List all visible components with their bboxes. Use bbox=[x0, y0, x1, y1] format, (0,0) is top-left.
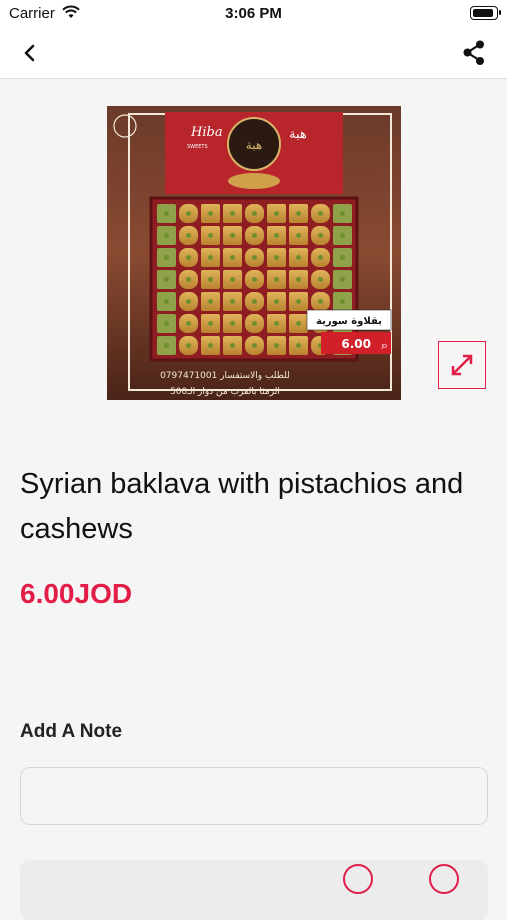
pistachio-topping bbox=[186, 255, 191, 260]
baklava-tray-illustration: هبة Hiba SWEETS هبة بقلاوة سورية 6.00 JD… bbox=[107, 106, 401, 400]
pistachio-topping bbox=[164, 343, 169, 348]
brand-arabic-mark: هبة bbox=[246, 138, 262, 152]
battery-level bbox=[473, 9, 493, 17]
pistachio-topping bbox=[186, 321, 191, 326]
pistachio-topping bbox=[208, 255, 213, 260]
pistachio-topping bbox=[296, 233, 301, 238]
pistachio-topping bbox=[230, 343, 235, 348]
pistachio-topping bbox=[318, 299, 323, 304]
pistachio-topping bbox=[296, 321, 301, 326]
quantity-card bbox=[20, 860, 488, 920]
status-bar: Carrier 3:06 PM bbox=[0, 0, 507, 28]
contact-text: للطلب والاستفسار 0797471001 bbox=[160, 371, 290, 381]
pistachio-topping bbox=[208, 343, 213, 348]
pistachio-topping bbox=[252, 277, 257, 282]
pistachio-topping bbox=[274, 255, 279, 260]
pistachio-topping bbox=[296, 299, 301, 304]
pistachio-topping bbox=[296, 277, 301, 282]
pistachio-topping bbox=[340, 211, 345, 216]
pistachio-topping bbox=[186, 277, 191, 282]
pistachio-topping bbox=[252, 233, 257, 238]
product-title: Syrian baklava with pistachios and cashe… bbox=[20, 468, 464, 545]
pistachio-topping bbox=[318, 211, 323, 216]
pistachio-topping bbox=[274, 233, 279, 238]
pistachio-topping bbox=[318, 277, 323, 282]
increase-quantity-button[interactable] bbox=[429, 864, 459, 894]
pistachio-topping bbox=[340, 277, 345, 282]
pistachio-topping bbox=[274, 343, 279, 348]
back-button[interactable] bbox=[14, 38, 46, 68]
pistachio-topping bbox=[230, 321, 235, 326]
pistachio-topping bbox=[252, 299, 257, 304]
pistachio-topping bbox=[274, 299, 279, 304]
brand-latin-text: Hiba bbox=[190, 125, 223, 140]
pistachio-topping bbox=[318, 255, 323, 260]
tag-arabic-text: بقلاوة سورية bbox=[316, 316, 382, 327]
pistachio-topping bbox=[208, 321, 213, 326]
battery-icon bbox=[470, 6, 501, 20]
share-button[interactable] bbox=[459, 38, 489, 68]
expand-image-button[interactable] bbox=[438, 341, 486, 389]
expand-arrows-icon bbox=[451, 354, 473, 376]
pistachio-topping bbox=[164, 321, 169, 326]
pistachio-topping bbox=[230, 211, 235, 216]
pistachio-topping bbox=[208, 233, 213, 238]
pistachio-topping bbox=[164, 211, 169, 216]
pistachio-topping bbox=[340, 233, 345, 238]
address-text: الرمثا بالقرب من دوار الـ500 bbox=[170, 387, 280, 397]
share-icon bbox=[463, 40, 484, 65]
pistachio-topping bbox=[340, 299, 345, 304]
pistachio-topping bbox=[274, 277, 279, 282]
pistachio-topping bbox=[186, 211, 191, 216]
status-time: 3:06 PM bbox=[225, 5, 282, 22]
pistachio-topping bbox=[274, 211, 279, 216]
tag-price-text: 6.00 bbox=[341, 337, 371, 351]
pistachio-topping bbox=[208, 299, 213, 304]
decrease-quantity-button[interactable] bbox=[343, 864, 373, 894]
note-input[interactable] bbox=[20, 767, 488, 825]
pistachio-topping bbox=[230, 255, 235, 260]
pistachio-topping bbox=[230, 233, 235, 238]
pistachio-topping bbox=[318, 233, 323, 238]
pistachio-topping bbox=[208, 277, 213, 282]
pistachio-topping bbox=[164, 299, 169, 304]
pistachio-topping bbox=[186, 343, 191, 348]
pistachio-topping bbox=[340, 255, 345, 260]
product-price: 6.00JOD bbox=[20, 578, 133, 609]
product-image[interactable]: هبة Hiba SWEETS هبة بقلاوة سورية 6.00 JD… bbox=[107, 106, 401, 400]
pistachio-topping bbox=[230, 277, 235, 282]
pistachio-topping bbox=[186, 233, 191, 238]
chevron-left-icon bbox=[24, 44, 35, 62]
navigation-bar bbox=[0, 28, 507, 79]
note-label: Add A Note bbox=[20, 721, 123, 742]
pistachio-topping bbox=[164, 277, 169, 282]
tag-currency-text: JD bbox=[381, 344, 387, 350]
pistachio-topping bbox=[164, 255, 169, 260]
pistachio-topping bbox=[252, 321, 257, 326]
pistachio-topping bbox=[186, 299, 191, 304]
pistachio-topping bbox=[296, 255, 301, 260]
pistachio-topping bbox=[274, 321, 279, 326]
pistachio-topping bbox=[252, 211, 257, 216]
brand-sub-text: SWEETS bbox=[187, 144, 208, 150]
pistachio-topping bbox=[208, 211, 213, 216]
pistachio-topping bbox=[230, 299, 235, 304]
pistachio-topping bbox=[164, 233, 169, 238]
pistachio-topping bbox=[252, 343, 257, 348]
brand-arabic-text: هبة bbox=[289, 127, 307, 142]
pistachio-topping bbox=[296, 343, 301, 348]
pistachio-topping bbox=[252, 255, 257, 260]
pistachio-topping bbox=[296, 211, 301, 216]
